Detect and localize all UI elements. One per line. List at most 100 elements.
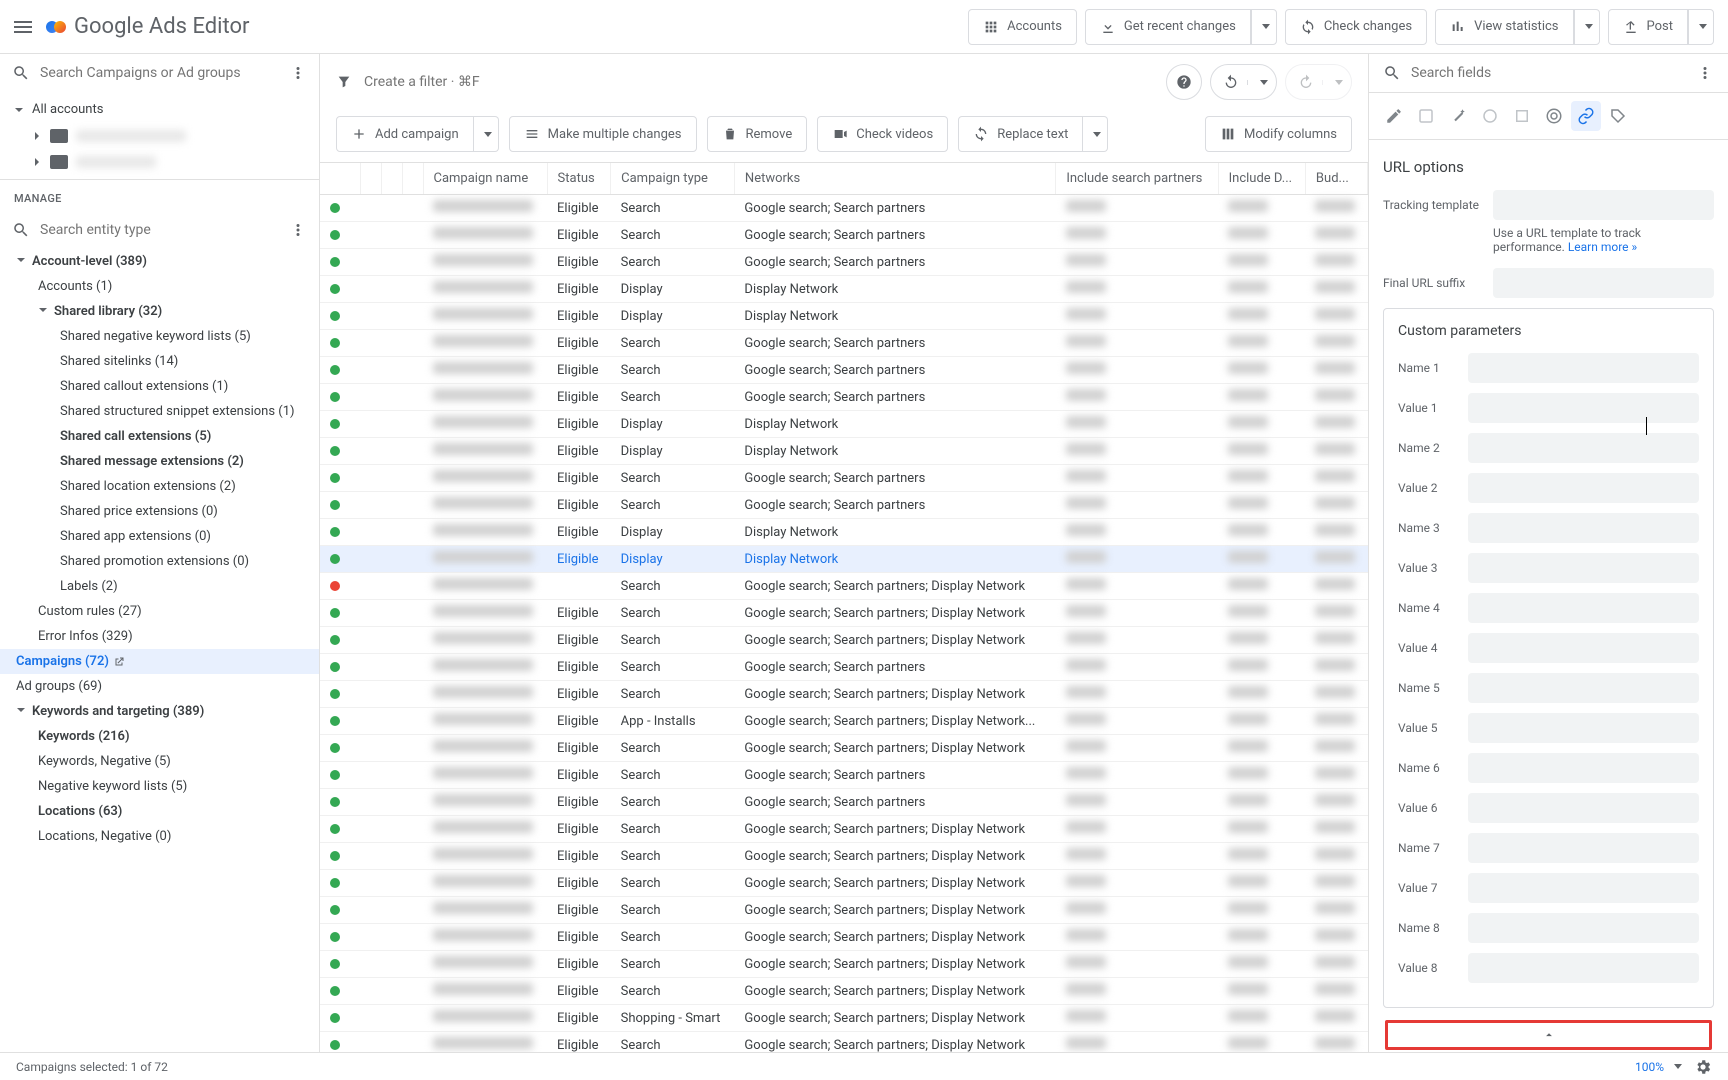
undo-button[interactable] xyxy=(1211,74,1247,90)
entity-type-item[interactable]: Shared sitelinks (14) xyxy=(0,349,319,374)
table-row[interactable]: EligibleSearchGoogle search; Search part… xyxy=(320,789,1368,816)
search-entity-input[interactable] xyxy=(40,222,279,238)
tab-2[interactable] xyxy=(1411,101,1441,131)
table-row[interactable]: EligibleSearchGoogle search; Search part… xyxy=(320,870,1368,897)
tab-4[interactable] xyxy=(1475,101,1505,131)
final-url-suffix-input[interactable] xyxy=(1493,268,1714,298)
check-changes-button[interactable]: Check changes xyxy=(1285,9,1427,45)
account-item[interactable] xyxy=(0,123,319,149)
column-header[interactable]: Campaign type xyxy=(611,163,735,195)
entity-type-item[interactable]: Shared message extensions (2) xyxy=(0,449,319,474)
table-row[interactable]: EligibleSearchGoogle search; Search part… xyxy=(320,1032,1368,1053)
entity-type-item[interactable]: Ad groups (69) xyxy=(0,674,319,699)
param-input[interactable] xyxy=(1468,433,1699,463)
table-row[interactable]: EligibleSearchGoogle search; Search part… xyxy=(320,222,1368,249)
view-statistics-dropdown[interactable] xyxy=(1574,9,1600,45)
column-header[interactable]: Networks xyxy=(734,163,1055,195)
table-row[interactable]: EligibleSearchGoogle search; Search part… xyxy=(320,654,1368,681)
entity-type-item[interactable]: Shared location extensions (2) xyxy=(0,474,319,499)
entity-type-item[interactable]: Campaigns (72) xyxy=(0,649,319,674)
add-campaign-button[interactable]: Add campaign xyxy=(336,116,474,152)
table-row[interactable]: EligibleDisplayDisplay Network xyxy=(320,546,1368,573)
table-row[interactable]: EligibleApp - InstallsGoogle search; Sea… xyxy=(320,708,1368,735)
entity-type-item[interactable]: Accounts (1) xyxy=(0,274,319,299)
table-row[interactable]: EligibleSearchGoogle search; Search part… xyxy=(320,924,1368,951)
entity-type-item[interactable]: Locations, Negative (0) xyxy=(0,824,319,849)
filter-input[interactable] xyxy=(364,74,1154,90)
entity-type-item[interactable]: Shared library (32) xyxy=(0,299,319,324)
search-fields-input[interactable] xyxy=(1411,65,1686,81)
table-row[interactable]: EligibleSearchGoogle search; Search part… xyxy=(320,249,1368,276)
remove-button[interactable]: Remove xyxy=(707,116,808,152)
more-icon[interactable] xyxy=(289,64,307,82)
table-row[interactable]: EligibleShopping - SmartGoogle search; S… xyxy=(320,1005,1368,1032)
param-input[interactable] xyxy=(1468,833,1699,863)
target-tab[interactable] xyxy=(1539,101,1569,131)
entity-type-item[interactable]: Shared app extensions (0) xyxy=(0,524,319,549)
entity-type-item[interactable]: Shared structured snippet extensions (1) xyxy=(0,399,319,424)
more-icon[interactable] xyxy=(289,221,307,239)
more-icon[interactable] xyxy=(1696,64,1714,82)
zoom-level[interactable]: 100% xyxy=(1635,1060,1664,1074)
table-row[interactable]: EligibleSearchGoogle search; Search part… xyxy=(320,384,1368,411)
param-input[interactable] xyxy=(1468,393,1699,423)
menu-icon[interactable] xyxy=(14,21,32,33)
param-input[interactable] xyxy=(1468,473,1699,503)
tag-tab[interactable] xyxy=(1603,101,1633,131)
entity-type-item[interactable]: Keywords, Negative (5) xyxy=(0,749,319,774)
tracking-template-input[interactable] xyxy=(1493,190,1714,220)
param-input[interactable] xyxy=(1468,713,1699,743)
table-row[interactable]: EligibleSearchGoogle search; Search part… xyxy=(320,951,1368,978)
param-input[interactable] xyxy=(1468,673,1699,703)
column-header[interactable]: Include search partners xyxy=(1056,163,1218,195)
table-row[interactable]: EligibleDisplayDisplay Network xyxy=(320,411,1368,438)
table-row[interactable]: EligibleSearchGoogle search; Search part… xyxy=(320,600,1368,627)
param-input[interactable] xyxy=(1468,633,1699,663)
help-button[interactable] xyxy=(1166,64,1202,100)
multiple-changes-button[interactable]: Make multiple changes xyxy=(509,116,697,152)
wand-tab[interactable] xyxy=(1443,101,1473,131)
param-input[interactable] xyxy=(1468,913,1699,943)
table-row[interactable]: EligibleDisplayDisplay Network xyxy=(320,276,1368,303)
entity-type-item[interactable]: Shared price extensions (0) xyxy=(0,499,319,524)
param-input[interactable] xyxy=(1468,753,1699,783)
modify-columns-button[interactable]: Modify columns xyxy=(1205,116,1352,152)
entity-type-item[interactable]: Labels (2) xyxy=(0,574,319,599)
param-input[interactable] xyxy=(1468,793,1699,823)
post-dropdown[interactable] xyxy=(1688,9,1714,45)
entity-type-item[interactable]: Error Infos (329) xyxy=(0,624,319,649)
table-row[interactable]: EligibleDisplayDisplay Network xyxy=(320,303,1368,330)
entity-type-item[interactable]: Shared promotion extensions (0) xyxy=(0,549,319,574)
zoom-dropdown[interactable] xyxy=(1674,1064,1682,1069)
column-header[interactable]: Include D... xyxy=(1218,163,1305,195)
view-statistics-button[interactable]: View statistics xyxy=(1435,9,1573,45)
table-row[interactable]: EligibleDisplayDisplay Network xyxy=(320,438,1368,465)
param-input[interactable] xyxy=(1468,873,1699,903)
entity-type-item[interactable]: Keywords (216) xyxy=(0,724,319,749)
param-input[interactable] xyxy=(1468,953,1699,983)
edit-tab[interactable] xyxy=(1379,101,1409,131)
table-row[interactable]: EligibleSearchGoogle search; Search part… xyxy=(320,978,1368,1005)
entity-type-item[interactable]: Shared call extensions (5) xyxy=(0,424,319,449)
table-row[interactable]: EligibleSearchGoogle search; Search part… xyxy=(320,627,1368,654)
entity-type-item[interactable]: Keywords and targeting (389) xyxy=(0,699,319,724)
table-row[interactable]: EligibleSearchGoogle search; Search part… xyxy=(320,762,1368,789)
table-row[interactable]: EligibleSearchGoogle search; Search part… xyxy=(320,195,1368,222)
url-tab[interactable] xyxy=(1571,101,1601,131)
param-input[interactable] xyxy=(1468,353,1699,383)
check-videos-button[interactable]: Check videos xyxy=(817,116,948,152)
accounts-button[interactable]: Accounts xyxy=(968,9,1077,45)
learn-more-link[interactable]: Learn more » xyxy=(1568,240,1637,254)
param-input[interactable] xyxy=(1468,593,1699,623)
table-row[interactable]: EligibleSearchGoogle search; Search part… xyxy=(320,357,1368,384)
table-row[interactable]: EligibleDisplayDisplay Network xyxy=(320,519,1368,546)
column-header[interactable]: Bud... xyxy=(1305,163,1367,195)
entity-type-item[interactable]: Shared negative keyword lists (5) xyxy=(0,324,319,349)
collapse-button[interactable] xyxy=(1385,1020,1712,1050)
table-row[interactable]: EligibleSearchGoogle search; Search part… xyxy=(320,330,1368,357)
account-item[interactable] xyxy=(0,149,319,175)
settings-icon[interactable] xyxy=(1694,1058,1712,1076)
table-row[interactable]: SearchGoogle search; Search partners; Di… xyxy=(320,573,1368,600)
column-header[interactable]: Status xyxy=(547,163,611,195)
search-campaigns-input[interactable] xyxy=(40,65,279,81)
